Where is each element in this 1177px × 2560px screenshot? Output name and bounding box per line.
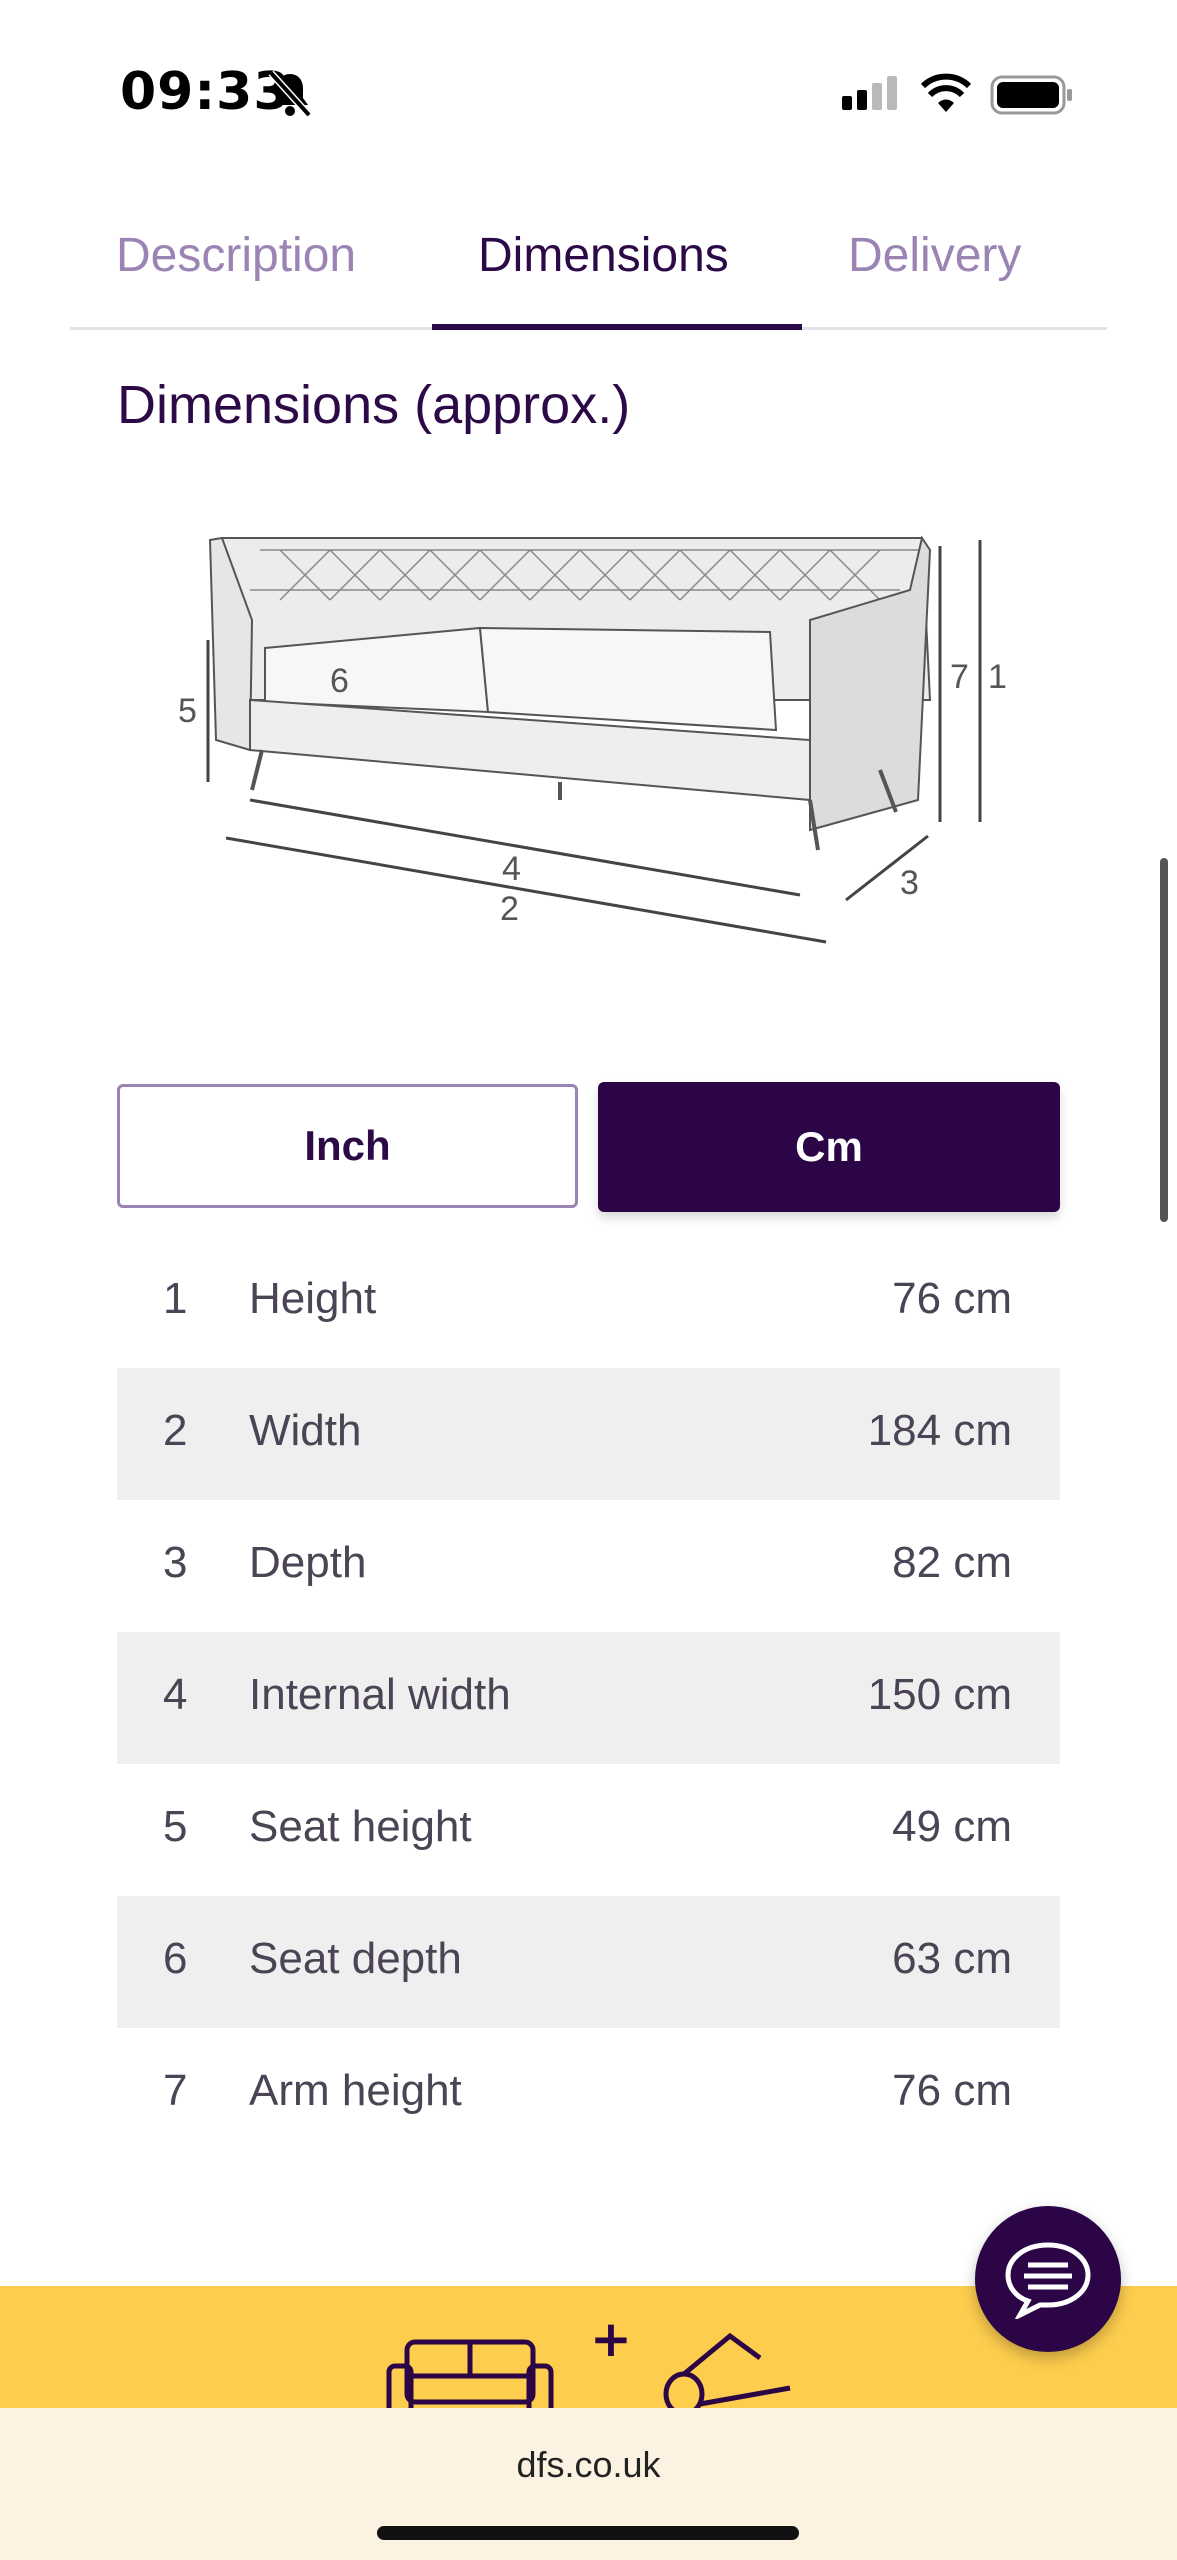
row-value: 63 cm (892, 1934, 1012, 1983)
row-value: 49 cm (892, 1802, 1012, 1851)
table-row: 5 Seat height 49 cm (117, 1764, 1060, 1896)
battery-icon (990, 75, 1072, 115)
home-indicator[interactable] (377, 2526, 799, 2540)
chat-bubble-icon (1005, 2242, 1091, 2319)
row-value: 150 cm (867, 1670, 1012, 1719)
status-time: 09:33 (120, 62, 291, 122)
row-number: 3 (163, 1538, 188, 1587)
diagram-label-5: 5 (178, 692, 197, 730)
chat-button[interactable] (975, 2206, 1121, 2352)
row-number: 5 (163, 1802, 188, 1851)
status-bar: 09:33 (0, 0, 1177, 190)
row-value: 184 cm (867, 1406, 1012, 1455)
row-value: 82 cm (892, 1538, 1012, 1587)
bell-muted-icon (268, 70, 312, 118)
row-label: Depth (249, 1538, 367, 1587)
row-label: Arm height (249, 2066, 462, 2115)
table-row: 4 Internal width 150 cm (117, 1632, 1060, 1764)
diagram-label-3: 3 (900, 864, 919, 902)
row-label: Seat height (249, 1802, 472, 1851)
diagram-label-6: 6 (330, 662, 349, 700)
row-label: Width (249, 1406, 362, 1455)
cellular-signal-icon (842, 76, 897, 110)
diagram-label-1: 1 (988, 658, 1007, 696)
sofa-dimension-diagram: 1 7 5 6 4 2 3 (178, 535, 1007, 944)
diagram-label-2: 2 (500, 890, 519, 928)
sofa-icon (386, 2339, 554, 2410)
table-row: 1 Height 76 cm (117, 1236, 1060, 1368)
row-number: 7 (163, 2066, 188, 2115)
table-row: 6 Seat depth 63 cm (117, 1896, 1060, 2028)
section-title: Dimensions (approx.) (117, 375, 631, 435)
row-label: Internal width (249, 1670, 511, 1719)
diagram-label-4: 4 (502, 850, 521, 888)
row-number: 4 (163, 1670, 188, 1719)
tab-delivery[interactable]: Delivery (848, 228, 1021, 283)
tab-dimensions[interactable]: Dimensions (478, 228, 729, 283)
table-row: 3 Depth 82 cm (117, 1500, 1060, 1632)
active-tab-indicator (432, 324, 802, 330)
row-number: 2 (163, 1406, 188, 1455)
plus-sign: + (590, 2310, 632, 2368)
row-label: Height (249, 1274, 377, 1323)
row-number: 6 (163, 1934, 188, 1983)
browser-address-bar: dfs.co.uk (0, 2408, 1177, 2560)
row-number: 1 (163, 1274, 188, 1323)
cm-toggle-button[interactable]: Cm (598, 1082, 1060, 1212)
url-text[interactable]: dfs.co.uk (0, 2444, 1177, 2486)
diagram-label-7: 7 (950, 658, 969, 696)
rug-icon (663, 2332, 791, 2410)
row-label: Seat depth (249, 1934, 462, 1983)
page-scrollbar[interactable] (1160, 858, 1168, 1222)
table-row: 7 Arm height 76 cm (117, 2028, 1060, 2160)
dimensions-table: 1 Height 76 cm 2 Width 184 cm 3 Depth 82… (117, 1236, 1060, 2160)
inch-toggle-button[interactable]: Inch (117, 1084, 578, 1208)
tab-description[interactable]: Description (116, 228, 356, 283)
table-row: 2 Width 184 cm (117, 1368, 1060, 1500)
row-value: 76 cm (892, 1274, 1012, 1323)
row-value: 76 cm (892, 2066, 1012, 2115)
wifi-icon (920, 73, 972, 112)
tab-bar: Description Dimensions Delivery (70, 200, 1107, 330)
